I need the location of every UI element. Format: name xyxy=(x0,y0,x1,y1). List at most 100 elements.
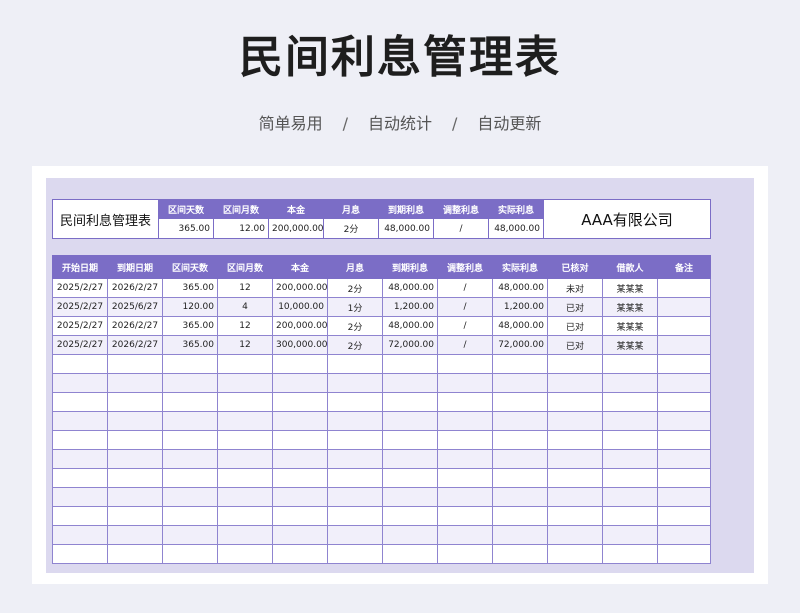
column-header[interactable]: 区间月数 xyxy=(217,255,273,279)
empty-cell[interactable] xyxy=(547,373,603,393)
empty-cell[interactable] xyxy=(602,468,658,488)
empty-cell[interactable] xyxy=(547,525,603,545)
empty-cell[interactable] xyxy=(602,411,658,431)
table-cell[interactable]: 某某某 xyxy=(602,316,658,336)
empty-cell[interactable] xyxy=(547,544,603,564)
table-cell[interactable]: 2025/6/27 xyxy=(107,297,163,317)
table-cell[interactable]: 300,000.00 xyxy=(272,335,328,355)
empty-cell[interactable] xyxy=(107,354,163,374)
column-header[interactable]: 调整利息 xyxy=(437,255,493,279)
empty-cell[interactable] xyxy=(602,449,658,469)
table-cell[interactable] xyxy=(657,278,711,298)
empty-cell[interactable] xyxy=(602,354,658,374)
empty-cell[interactable] xyxy=(657,354,711,374)
empty-cell[interactable] xyxy=(547,354,603,374)
empty-cell[interactable] xyxy=(492,544,548,564)
table-cell[interactable]: 2026/2/27 xyxy=(107,335,163,355)
empty-cell[interactable] xyxy=(217,525,273,545)
empty-cell[interactable] xyxy=(382,392,438,412)
empty-cell[interactable] xyxy=(327,544,383,564)
empty-cell[interactable] xyxy=(382,506,438,526)
empty-cell[interactable] xyxy=(602,506,658,526)
summary-value[interactable]: / xyxy=(433,218,489,239)
empty-cell[interactable] xyxy=(547,506,603,526)
empty-cell[interactable] xyxy=(547,411,603,431)
empty-cell[interactable] xyxy=(162,392,218,412)
column-header[interactable]: 到期利息 xyxy=(382,255,438,279)
empty-cell[interactable] xyxy=(52,411,108,431)
empty-cell[interactable] xyxy=(547,487,603,507)
table-cell[interactable]: 2025/2/27 xyxy=(52,316,108,336)
empty-cell[interactable] xyxy=(382,430,438,450)
table-cell[interactable]: / xyxy=(437,316,493,336)
empty-cell[interactable] xyxy=(602,544,658,564)
empty-cell[interactable] xyxy=(327,449,383,469)
empty-cell[interactable] xyxy=(492,392,548,412)
table-cell[interactable]: 72,000.00 xyxy=(492,335,548,355)
empty-cell[interactable] xyxy=(162,544,218,564)
empty-cell[interactable] xyxy=(107,525,163,545)
empty-cell[interactable] xyxy=(107,544,163,564)
empty-cell[interactable] xyxy=(327,468,383,488)
column-header[interactable]: 备注 xyxy=(657,255,711,279)
table-cell[interactable]: 已对 xyxy=(547,335,603,355)
table-cell[interactable]: 365.00 xyxy=(162,316,218,336)
empty-cell[interactable] xyxy=(272,544,328,564)
empty-cell[interactable] xyxy=(382,449,438,469)
empty-cell[interactable] xyxy=(657,468,711,488)
empty-cell[interactable] xyxy=(272,525,328,545)
empty-cell[interactable] xyxy=(52,449,108,469)
empty-cell[interactable] xyxy=(52,544,108,564)
empty-cell[interactable] xyxy=(437,411,493,431)
empty-cell[interactable] xyxy=(547,392,603,412)
empty-cell[interactable] xyxy=(492,373,548,393)
empty-cell[interactable] xyxy=(657,373,711,393)
empty-cell[interactable] xyxy=(52,525,108,545)
table-cell[interactable]: 10,000.00 xyxy=(272,297,328,317)
empty-cell[interactable] xyxy=(52,392,108,412)
empty-cell[interactable] xyxy=(107,468,163,488)
table-cell[interactable]: 120.00 xyxy=(162,297,218,317)
empty-cell[interactable] xyxy=(382,487,438,507)
empty-cell[interactable] xyxy=(272,392,328,412)
table-cell[interactable]: 某某某 xyxy=(602,335,658,355)
empty-cell[interactable] xyxy=(437,449,493,469)
table-cell[interactable]: / xyxy=(437,335,493,355)
table-cell[interactable]: 48,000.00 xyxy=(382,278,438,298)
table-cell[interactable]: 48,000.00 xyxy=(492,316,548,336)
table-cell[interactable]: 12 xyxy=(217,278,273,298)
empty-cell[interactable] xyxy=(437,430,493,450)
empty-cell[interactable] xyxy=(162,468,218,488)
empty-cell[interactable] xyxy=(382,525,438,545)
table-cell[interactable] xyxy=(657,297,711,317)
column-header[interactable]: 开始日期 xyxy=(52,255,108,279)
table-cell[interactable]: 48,000.00 xyxy=(382,316,438,336)
table-cell[interactable]: 365.00 xyxy=(162,335,218,355)
empty-cell[interactable] xyxy=(492,430,548,450)
empty-cell[interactable] xyxy=(107,373,163,393)
table-cell[interactable]: 12 xyxy=(217,335,273,355)
empty-cell[interactable] xyxy=(327,354,383,374)
empty-cell[interactable] xyxy=(602,392,658,412)
empty-cell[interactable] xyxy=(327,487,383,507)
empty-cell[interactable] xyxy=(327,392,383,412)
table-cell[interactable]: 1,200.00 xyxy=(492,297,548,317)
table-cell[interactable]: 2025/2/27 xyxy=(52,335,108,355)
table-cell[interactable]: 2分 xyxy=(327,278,383,298)
empty-cell[interactable] xyxy=(107,449,163,469)
column-header[interactable]: 月息 xyxy=(327,255,383,279)
table-cell[interactable]: 2026/2/27 xyxy=(107,316,163,336)
empty-cell[interactable] xyxy=(657,449,711,469)
empty-cell[interactable] xyxy=(272,487,328,507)
empty-cell[interactable] xyxy=(547,468,603,488)
empty-cell[interactable] xyxy=(492,525,548,545)
empty-cell[interactable] xyxy=(602,487,658,507)
table-cell[interactable]: 未对 xyxy=(547,278,603,298)
empty-cell[interactable] xyxy=(217,449,273,469)
empty-cell[interactable] xyxy=(217,392,273,412)
empty-cell[interactable] xyxy=(217,506,273,526)
empty-cell[interactable] xyxy=(657,487,711,507)
table-cell[interactable]: 已对 xyxy=(547,316,603,336)
empty-cell[interactable] xyxy=(382,373,438,393)
table-cell[interactable]: 1,200.00 xyxy=(382,297,438,317)
